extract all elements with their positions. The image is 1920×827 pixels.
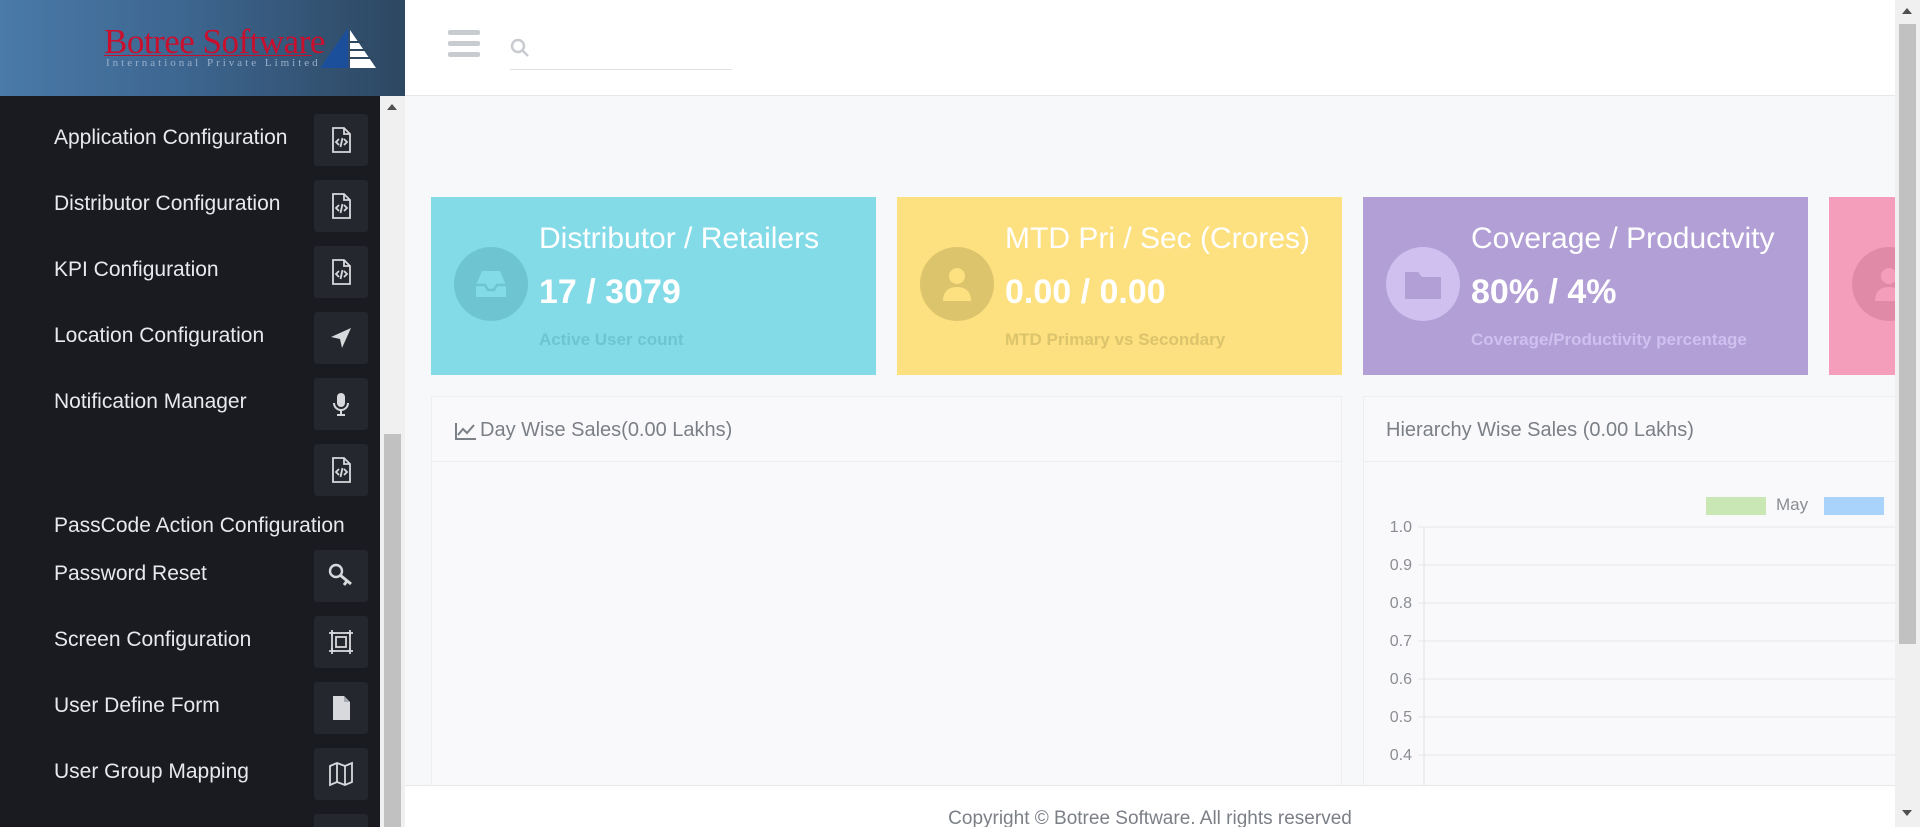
scroll-up-arrow-icon[interactable]: [1902, 8, 1912, 14]
y-tick-label: 0.6: [1390, 671, 1412, 688]
menu-icon-partial: [314, 814, 368, 827]
stat-card-mtd-pri-sec[interactable]: MTD Pri / Sec (Crores) 0.00 / 0.00 MTD P…: [897, 197, 1342, 375]
scroll-down-arrow-icon[interactable]: [1902, 810, 1912, 816]
file-icon: [314, 682, 368, 734]
key-icon: [314, 550, 368, 602]
sidebar-item-location-configuration[interactable]: Location Configuration: [6, 312, 380, 364]
card-title: MTD Pri / Sec (Crores): [1005, 222, 1311, 255]
card-title: Distributor / Retailers: [539, 222, 820, 255]
y-tick-label: 0.4: [1390, 747, 1412, 764]
sidebar-item-label: PassCode Action Configuration: [54, 514, 345, 537]
sidebar-item-label: Notification Manager: [54, 390, 247, 413]
y-tick-label: 0.5: [1390, 709, 1412, 726]
legend-swatch-series-2[interactable]: [1824, 497, 1884, 515]
folder-icon: [1386, 247, 1460, 321]
code-file-icon: [314, 180, 368, 232]
sidebar-item-passcode-action-configuration[interactable]: PassCode Action Configuration: [6, 504, 380, 544]
map-icon: [314, 748, 368, 800]
panel-header: Hierarchy Wise Sales (0.00 Lakhs): [1364, 397, 1895, 462]
sidebar-item-unlabeled[interactable]: [6, 444, 380, 496]
sidebar-item-password-reset[interactable]: Password Reset: [6, 550, 380, 602]
panel-header: Day Wise Sales(0.00 Lakhs): [432, 397, 1341, 462]
sidebar-item-application-configuration[interactable]: Application Configuration: [6, 114, 380, 166]
brand-name: Botree Software: [104, 22, 325, 61]
footer: Copyright © Botree Software. All rights …: [405, 785, 1895, 827]
sidebar-item-label: Distributor Configuration: [54, 192, 281, 215]
search-icon: [510, 38, 529, 57]
line-chart-icon: [455, 423, 476, 440]
hamburger-menu-icon[interactable]: [448, 30, 480, 60]
hierarchy-sales-chart: 1.0 0.9 0.8 0.7 0.6 0.5 0.4: [1390, 519, 1895, 815]
inbox-icon: [454, 247, 528, 321]
sidebar-menu: Application Configuration Distributor Co…: [6, 96, 380, 827]
sidebar-item-partial[interactable]: [6, 814, 380, 827]
screen-frame-icon: [314, 616, 368, 668]
hierarchy-wise-sales-panel: Hierarchy Wise Sales (0.00 Lakhs) May 1.…: [1363, 396, 1895, 816]
main-scrollbar[interactable]: [1895, 0, 1920, 827]
sidebar-item-label: KPI Configuration: [54, 258, 219, 281]
scroll-up-arrow-icon[interactable]: [387, 104, 397, 110]
code-file-icon: [314, 114, 368, 166]
botree-logo-icon: [320, 28, 376, 68]
legend-label-may: May: [1776, 495, 1809, 514]
sidebar-item-label: Screen Configuration: [54, 628, 252, 651]
card-value: 0.00 / 0.00: [1005, 273, 1166, 311]
sidebar-item-label: Password Reset: [54, 562, 207, 585]
sidebar-item-user-group-mapping[interactable]: User Group Mapping: [6, 748, 380, 800]
code-file-icon: [314, 246, 368, 298]
sidebar-item-distributor-configuration[interactable]: Distributor Configuration: [6, 180, 380, 232]
brand-divider: [104, 55, 312, 56]
sidebar-item-screen-configuration[interactable]: Screen Configuration: [6, 616, 380, 668]
code-file-icon: [314, 444, 368, 496]
sidebar-item-kpi-configuration[interactable]: KPI Configuration: [6, 246, 380, 298]
panel-title: Hierarchy Wise Sales (0.00 Lakhs): [1386, 419, 1694, 441]
card-description: MTD Primary vs Secondary: [1005, 330, 1226, 349]
user-icon: [1852, 247, 1895, 321]
sidebar-item-user-define-form[interactable]: User Define Form: [6, 682, 380, 734]
stat-card-coverage-productivity[interactable]: Coverage / Productvity 80% / 4% Coverage…: [1363, 197, 1808, 375]
card-value: 80% / 4%: [1471, 273, 1617, 311]
brand-tagline: International Private Limited: [106, 57, 321, 69]
sidebar-item-label: Location Configuration: [54, 324, 265, 347]
y-tick-label: 0.7: [1390, 633, 1412, 650]
sidebar-item-label: Application Configuration: [54, 126, 288, 149]
day-wise-sales-panel: Day Wise Sales(0.00 Lakhs): [431, 396, 1342, 816]
sidebar-scrollbar[interactable]: [380, 96, 405, 827]
sidebar-item-notification-manager[interactable]: Notification Manager: [6, 378, 380, 430]
brand-header: Botree Software International Private Li…: [0, 0, 405, 96]
microphone-icon: [314, 378, 368, 430]
top-bar: [405, 0, 1895, 96]
y-tick-label: 0.8: [1390, 595, 1412, 612]
sidebar-item-label: User Define Form: [54, 694, 220, 717]
main-scrollbar-thumb[interactable]: [1899, 24, 1916, 644]
sidebar: Botree Software International Private Li…: [0, 0, 405, 827]
card-description: Coverage/Productivity percentage: [1471, 330, 1747, 349]
copyright-text: Copyright © Botree Software. All rights …: [948, 808, 1352, 827]
card-value: 17 / 3079: [539, 273, 681, 311]
stat-card-distributor-retailers[interactable]: Distributor / Retailers 17 / 3079 Active…: [431, 197, 876, 375]
location-arrow-icon: [314, 312, 368, 364]
sidebar-item-label: User Group Mapping: [54, 760, 249, 783]
search-box: [510, 30, 732, 70]
y-tick-label: 1.0: [1390, 519, 1412, 536]
card-title: Coverage / Productvity: [1471, 222, 1775, 255]
y-tick-label: 0.9: [1390, 557, 1412, 574]
user-icon: [920, 247, 994, 321]
stat-card-partial[interactable]: [1829, 197, 1895, 375]
search-input[interactable]: [538, 34, 728, 64]
panel-title: Day Wise Sales(0.00 Lakhs): [480, 419, 733, 441]
card-description: Active User count: [539, 330, 684, 349]
legend-swatch-may[interactable]: [1706, 497, 1766, 515]
sidebar-scrollbar-thumb[interactable]: [384, 434, 401, 827]
